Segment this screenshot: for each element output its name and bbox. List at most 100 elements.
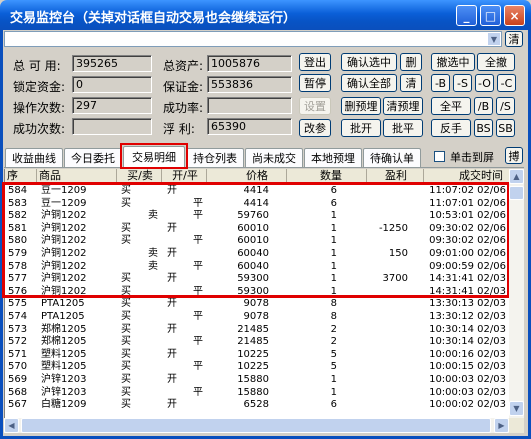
- cell-seq: 575: [8, 298, 28, 310]
- cancel-selected-button[interactable]: 撤选中: [431, 53, 475, 71]
- cell-seq: 573: [8, 323, 28, 335]
- cell-time: 10:00:16 02/03: [429, 348, 506, 360]
- minus-b-button[interactable]: -B: [431, 74, 450, 92]
- cell-qty: 2: [330, 336, 337, 348]
- available-value: 395265: [72, 55, 152, 72]
- horizontal-scrollbar[interactable]: ◀ ▶: [4, 418, 509, 433]
- scroll-down-icon[interactable]: ▼: [509, 401, 524, 416]
- floating-pl-label: 浮 利:: [163, 122, 195, 136]
- cell-qty: 6: [330, 399, 337, 411]
- table-row[interactable]: 567 白糖1209 买 开 6528 6 10:00:02 02/03: [5, 399, 509, 410]
- bs-button[interactable]: BS: [474, 119, 493, 137]
- col-open-close[interactable]: 开/平: [162, 169, 207, 183]
- cell-product: 塑料1205: [41, 361, 87, 373]
- chevron-down-icon[interactable]: ▼: [487, 32, 501, 46]
- cancel-all-button[interactable]: 全撤: [477, 53, 515, 71]
- close-all-button[interactable]: 全平: [431, 97, 471, 115]
- batch-close-button[interactable]: 批平: [383, 119, 423, 137]
- scroll-right-icon[interactable]: ▶: [494, 418, 509, 433]
- table-header: 序 商品 买/卖 开/平 价格 数量 盈利 成交时间: [5, 169, 509, 183]
- cell-oc: 平: [193, 361, 203, 373]
- tab-unfilled[interactable]: 尚未成交: [245, 148, 303, 167]
- maximize-icon[interactable]: □: [480, 5, 501, 26]
- margin-label: 保证金:: [163, 80, 204, 94]
- delete-preorder-button[interactable]: 删预埋: [341, 97, 381, 115]
- table-row[interactable]: 568 沪锌1203 买 平 15880 1 10:00:03 02/03: [5, 387, 509, 398]
- cell-product: 塑料1205: [41, 348, 87, 360]
- scroll-thumb[interactable]: [509, 186, 524, 200]
- cell-qty: 5: [330, 361, 337, 373]
- success-count-value: [72, 118, 152, 135]
- cell-price: 10225: [237, 348, 269, 360]
- reverse-button[interactable]: 反手: [431, 119, 471, 137]
- col-qty[interactable]: 数量: [287, 169, 367, 183]
- tab-local-preorder[interactable]: 本地预埋: [304, 148, 362, 167]
- scroll-left-icon[interactable]: ◀: [4, 418, 19, 433]
- cell-oc: 平: [193, 386, 203, 398]
- b-slash-button[interactable]: /B: [474, 97, 493, 115]
- tab-positions[interactable]: 持仓列表: [186, 148, 244, 167]
- margin-value: 553836: [207, 76, 292, 93]
- clear-button[interactable]: 清: [400, 74, 422, 92]
- cell-side: 买: [121, 374, 131, 385]
- confirm-selected-button[interactable]: 确认选中: [341, 53, 397, 71]
- cell-seq: 570: [8, 361, 28, 373]
- tab-pending-confirm[interactable]: 待确认单: [363, 148, 421, 167]
- logout-button[interactable]: 登出: [299, 53, 331, 71]
- minimize-icon[interactable]: _: [456, 5, 477, 26]
- cell-oc: 开: [167, 374, 177, 385]
- batch-open-button[interactable]: 批开: [341, 119, 381, 137]
- table-row[interactable]: 571 塑料1205 买 开 10225 5 10:00:16 02/03: [5, 349, 509, 360]
- s-slash-button[interactable]: /S: [496, 97, 515, 115]
- vertical-scrollbar[interactable]: ▲ ▼: [509, 169, 524, 418]
- confirm-all-button[interactable]: 确认全部: [341, 74, 397, 92]
- account-combo[interactable]: [4, 31, 502, 47]
- success-rate-label: 成功率:: [163, 101, 204, 115]
- col-profit[interactable]: 盈利: [367, 169, 424, 183]
- col-seq[interactable]: 序: [5, 169, 37, 183]
- table-row[interactable]: 575 PTA1205 买 开 9078 8 13:30:13 02/03: [5, 298, 509, 309]
- cell-oc: 开: [167, 399, 177, 411]
- available-label: 总 可 用:: [13, 59, 61, 73]
- table-row[interactable]: 573 郑棉1205 买 开 21485 2 10:30:14 02/03: [5, 324, 509, 335]
- cell-oc: 开: [167, 348, 177, 360]
- minus-c-button[interactable]: -C: [497, 74, 516, 92]
- next-button[interactable]: 搏: [505, 147, 523, 164]
- sb-button[interactable]: SB: [496, 119, 515, 137]
- close-icon[interactable]: ×: [504, 5, 525, 26]
- clear-combo-button[interactable]: 清: [505, 31, 523, 47]
- col-price[interactable]: 价格: [207, 169, 287, 183]
- operations-label: 操作次数:: [13, 101, 66, 115]
- table-row[interactable]: 574 PTA1205 买 平 9078 8 13:30:12 02/03: [5, 311, 509, 322]
- hscroll-thumb[interactable]: [21, 418, 491, 433]
- cell-price: 21485: [237, 336, 269, 348]
- col-time[interactable]: 成交时间: [424, 169, 509, 183]
- cell-side: 买: [121, 361, 131, 373]
- pause-button[interactable]: 暂停: [299, 74, 331, 92]
- minus-o-button[interactable]: -O: [475, 74, 494, 92]
- table-row[interactable]: 570 塑料1205 买 平 10225 5 10:00:15 02/03: [5, 361, 509, 372]
- cell-oc: 平: [193, 311, 203, 322]
- minus-s-button[interactable]: -S: [453, 74, 472, 92]
- single-screen-checkbox[interactable]: [434, 151, 445, 162]
- cell-time: 10:30:14 02/03: [429, 336, 506, 348]
- modify-params-button[interactable]: 改参: [299, 119, 331, 137]
- cell-seq: 567: [8, 399, 28, 411]
- scroll-up-icon[interactable]: ▲: [509, 169, 524, 184]
- cell-product: 沪锌1203: [41, 386, 87, 398]
- delete-button[interactable]: 删: [400, 53, 422, 71]
- clear-preorder-button[interactable]: 清预埋: [383, 97, 423, 115]
- cell-oc: 开: [167, 298, 177, 310]
- tab-today-orders[interactable]: 今日委托: [64, 148, 122, 167]
- cell-seq: 568: [8, 386, 28, 398]
- col-product[interactable]: 商品: [37, 169, 117, 183]
- settings-button[interactable]: 设置: [299, 97, 331, 115]
- table-row[interactable]: 569 沪锌1203 买 开 15880 1 10:00:03 02/03: [5, 374, 509, 385]
- table-row[interactable]: 572 郑棉1205 买 平 21485 2 10:30:14 02/03: [5, 336, 509, 347]
- tab-profit-curve[interactable]: 收益曲线: [5, 148, 63, 167]
- cell-product: 沪锌1203: [41, 374, 87, 385]
- col-side[interactable]: 买/卖: [117, 169, 162, 183]
- cell-qty: 1: [330, 374, 337, 385]
- success-rate-value: [207, 97, 292, 114]
- cell-qty: 5: [330, 348, 337, 360]
